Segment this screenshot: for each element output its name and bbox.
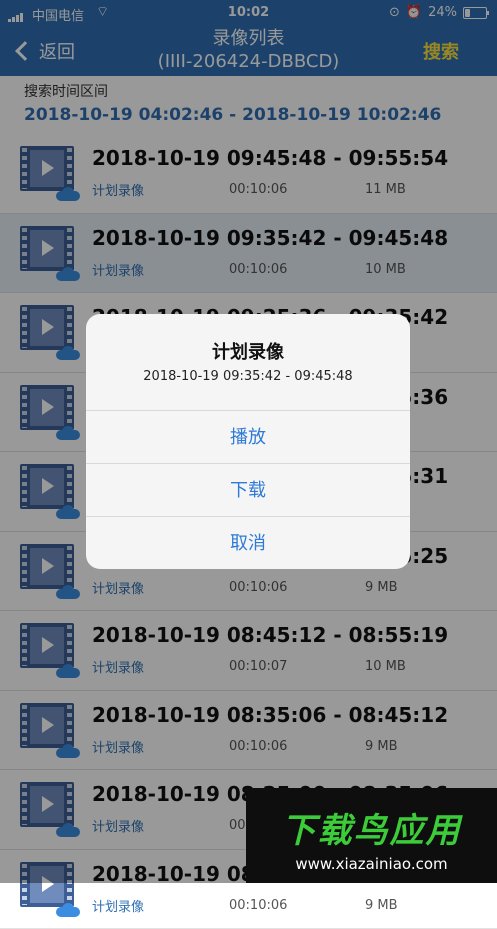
- watermark-url: www.xiazainiao.com: [246, 855, 497, 873]
- cancel-button[interactable]: 取消: [86, 516, 410, 569]
- record-duration: 00:10:06: [229, 898, 287, 913]
- watermark-title: 下载鸟应用: [246, 803, 497, 852]
- alert-title: 计划录像: [86, 338, 410, 364]
- play-button[interactable]: 播放: [86, 410, 410, 464]
- watermark: 下载鸟应用 www.xiazainiao.com: [246, 788, 497, 883]
- record-type: 计划录像: [92, 896, 144, 915]
- record-size: 9 MB: [365, 898, 398, 913]
- alert-message: 2018-10-19 09:35:42 - 09:45:48: [86, 369, 410, 384]
- download-button[interactable]: 下载: [86, 463, 410, 517]
- cloud-icon: [56, 903, 80, 917]
- action-alert: 计划录像 2018-10-19 09:35:42 - 09:45:48 播放 下…: [86, 314, 410, 569]
